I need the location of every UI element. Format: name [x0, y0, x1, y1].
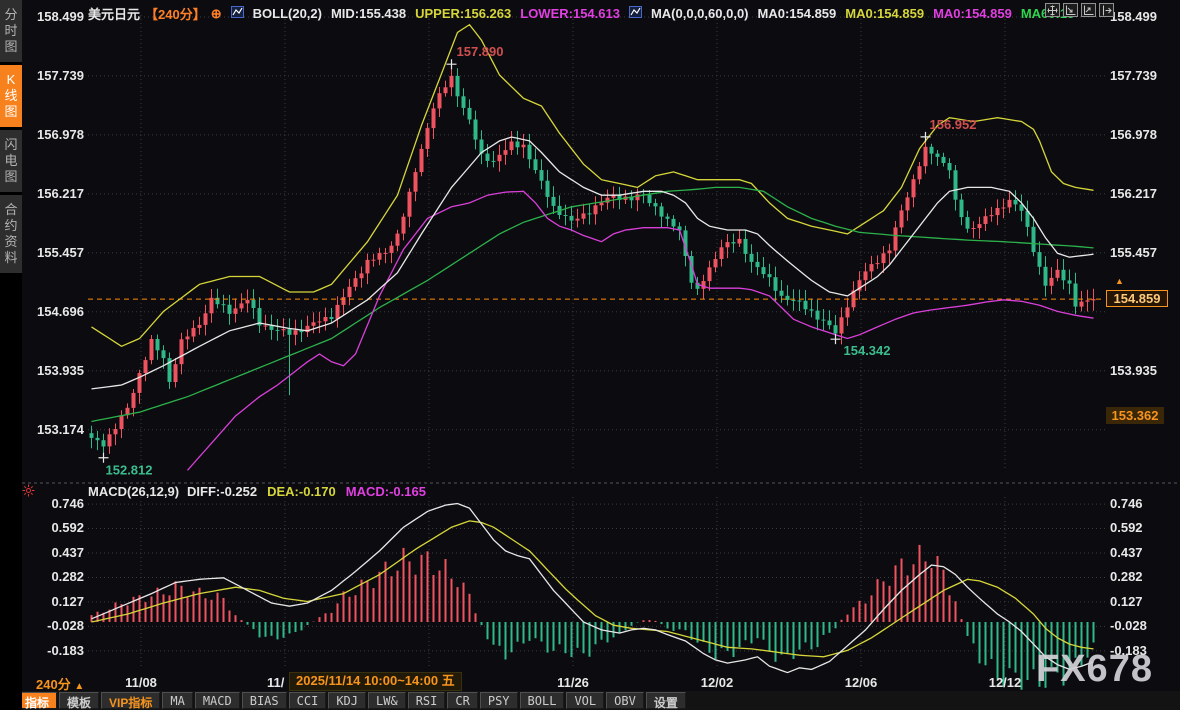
macd-axis-label-left: 0.282 — [28, 569, 84, 584]
toolbar-button[interactable]: VIP指标 — [101, 692, 160, 709]
chart-window: 157.890 156.952 154.342 152.812 分时图 K线图闪电图合约… — [0, 0, 1180, 710]
toolbar-button[interactable]: MACD — [195, 692, 240, 709]
line-chart-icon[interactable] — [629, 6, 642, 21]
macd-axis-label-left: -0.028 — [28, 618, 84, 633]
macd-macd-value: MACD:-0.165 — [346, 484, 426, 499]
macd-axis-label-right: 0.437 — [1110, 545, 1143, 560]
macd-header: MACD(26,12,9) DIFF:-0.252 DEA:-0.170 MAC… — [88, 484, 426, 499]
toolbar-button[interactable]: 设置 — [646, 692, 686, 709]
indicator-header: 美元日元 【240分】 ⊕ BOLL(20,2) MID:155.438 UPP… — [88, 4, 1074, 23]
ma0-value-magenta: MA0:154.859 — [933, 6, 1012, 21]
y-axis-label-right: 157.739 — [1110, 68, 1157, 83]
triangle-up-icon: ▲ — [74, 681, 84, 692]
toolbar-button[interactable]: MA — [162, 692, 192, 709]
ma0-value-yellow: MA0:154.859 — [845, 6, 924, 21]
pin-icon[interactable]: ⊕ — [211, 6, 222, 22]
macd-dea-value: DEA:-0.170 — [267, 484, 336, 499]
toolbar-button[interactable]: RSI — [408, 692, 446, 709]
period-badge: 【240分】 — [145, 4, 206, 23]
macd-axis-label-left: 0.127 — [28, 594, 84, 609]
symbol-name: 美元日元 — [88, 4, 140, 23]
sidebar-tab-active[interactable]: K线图 — [0, 65, 22, 127]
macd-diff-value: DIFF:-0.252 — [187, 484, 257, 499]
crosshair-time-tooltip: 2025/11/14 10:00~14:00 五 — [289, 672, 462, 691]
x-axis-date-label: 12/12 — [989, 675, 1022, 690]
ma-label: MA(0,0,0,60,0,0) — [651, 6, 749, 21]
boll-lower-value: LOWER:154.613 — [520, 6, 620, 21]
boll-mid-value: MID:155.438 — [331, 6, 406, 21]
toolbar-button[interactable]: BIAS — [242, 692, 287, 709]
svg-text:152.812: 152.812 — [106, 463, 153, 478]
toolbar-button[interactable]: CR — [447, 692, 477, 709]
toolbar-button[interactable]: LW& — [368, 692, 406, 709]
macd-axis-label-right: 0.592 — [1110, 520, 1143, 535]
line-chart-icon[interactable] — [231, 6, 244, 21]
pan-icon[interactable] — [1045, 3, 1060, 17]
y-axis-label-left: 154.696 — [28, 304, 84, 319]
toolbar-button[interactable]: BOLL — [520, 692, 565, 709]
indicator-star-icon[interactable] — [22, 484, 35, 502]
toolbar-button[interactable]: KDJ — [328, 692, 366, 709]
y-axis-label-left: 155.457 — [28, 245, 84, 260]
svg-text:156.952: 156.952 — [930, 117, 977, 132]
chart-type-sidebar: 分时图 K线图闪电图合约资料 — [0, 0, 22, 710]
candlestick-chart-canvas[interactable]: 157.890 156.952 154.342 152.812 — [0, 0, 1180, 710]
macd-axis-label-left: 0.437 — [28, 545, 84, 560]
macd-axis-label-left: -0.183 — [28, 643, 84, 658]
y-axis-label-right: 156.217 — [1110, 186, 1157, 201]
low-price-badge: 153.362 — [1106, 407, 1164, 424]
toolbar-button[interactable]: VOL — [566, 692, 604, 709]
scale-right-axis-icon[interactable] — [1081, 3, 1096, 17]
y-axis-label-right: 153.935 — [1110, 363, 1157, 378]
y-axis-label-right: 158.499 — [1110, 9, 1157, 24]
x-axis-date-label: 12/06 — [845, 675, 878, 690]
ma0-value-white: MA0:154.859 — [758, 6, 837, 21]
chart-window-controls — [1045, 3, 1114, 17]
boll-upper-value: UPPER:156.263 — [415, 6, 511, 21]
price-marker-triangle: ▲ — [1115, 276, 1124, 286]
y-axis-label-right: 156.978 — [1110, 127, 1157, 142]
boll-label: BOLL(20,2) — [253, 6, 322, 21]
toolbar-button[interactable]: CCI — [289, 692, 327, 709]
macd-axis-label-right: 0.746 — [1110, 496, 1143, 511]
fx678-watermark: FX678 — [1036, 648, 1153, 691]
sidebar-tab-inactive[interactable]: 合约资料 — [0, 195, 22, 273]
toolbar-button[interactable]: 指标 — [17, 692, 57, 709]
y-axis-label-left: 156.217 — [28, 186, 84, 201]
y-axis-label-right: 155.457 — [1110, 245, 1157, 260]
macd-axis-label-right: 0.282 — [1110, 569, 1143, 584]
x-axis-date-label-partial: 11/ — [267, 675, 284, 690]
y-axis-label-left: 153.174 — [28, 422, 84, 437]
timeframe-label[interactable]: 240分 ▲ — [36, 674, 84, 693]
x-axis-date-label: 12/02 — [701, 675, 734, 690]
toolbar-button[interactable]: OBV — [606, 692, 644, 709]
x-axis-date-label: 11/26 — [557, 675, 589, 690]
toolbar-button[interactable]: 模板 — [59, 692, 99, 709]
indicator-toolbar: 指标模板VIP指标MAMACDBIASCCIKDJLW&RSICRPSYBOLL… — [17, 692, 686, 709]
macd-params: MACD(26,12,9) — [88, 484, 179, 499]
y-axis-label-left: 153.935 — [28, 363, 84, 378]
scale-left-axis-icon[interactable] — [1063, 3, 1078, 17]
shift-right-icon[interactable] — [1099, 3, 1114, 17]
y-axis-label-left: 157.739 — [28, 68, 84, 83]
svg-text:154.342: 154.342 — [844, 343, 891, 358]
macd-axis-label-left: 0.592 — [28, 520, 84, 535]
x-axis-date-label: 11/08 — [125, 675, 157, 690]
y-axis-label-left: 156.978 — [28, 127, 84, 142]
toolbar-button[interactable]: PSY — [480, 692, 518, 709]
svg-text:157.890: 157.890 — [457, 44, 504, 59]
macd-axis-label-right: -0.028 — [1110, 618, 1147, 633]
y-axis-label-left: 158.499 — [28, 9, 84, 24]
macd-axis-label-right: 0.127 — [1110, 594, 1143, 609]
sidebar-tab-inactive[interactable]: 闪电图 — [0, 130, 22, 192]
macd-axis-label-left: 0.746 — [28, 496, 84, 511]
last-price-badge: 154.859 — [1106, 290, 1168, 307]
sidebar-tab-inactive[interactable]: 分时图 — [0, 0, 22, 62]
